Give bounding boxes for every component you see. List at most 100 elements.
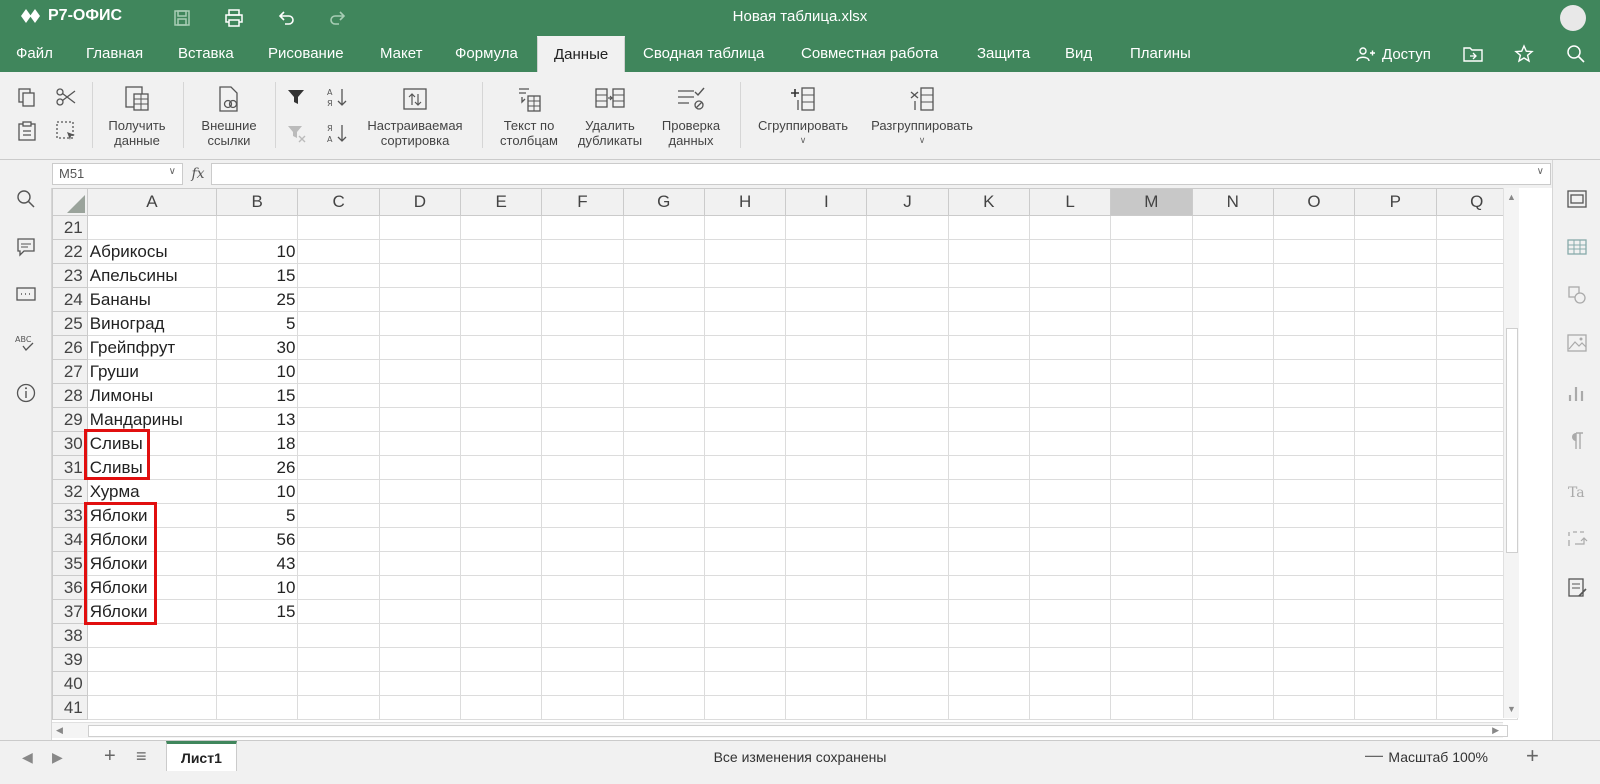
cell[interactable]	[1191, 623, 1274, 648]
custom-sort-button[interactable]: Настраиваемая сортировка	[360, 84, 470, 148]
cell[interactable]	[1191, 311, 1274, 336]
cell[interactable]	[622, 383, 705, 408]
tab-plugins[interactable]: Плагины	[1114, 36, 1207, 72]
cell[interactable]	[785, 575, 868, 600]
cell-quantity[interactable]	[215, 695, 299, 720]
column-header[interactable]: H	[703, 188, 787, 216]
cell[interactable]	[1028, 311, 1112, 336]
cell[interactable]	[460, 455, 543, 480]
cell[interactable]	[703, 431, 787, 456]
cell-fruit-name[interactable]: Сливы	[86, 431, 217, 456]
cell[interactable]	[1110, 263, 1193, 288]
cell[interactable]	[1354, 695, 1437, 720]
cell[interactable]	[297, 287, 380, 312]
cell[interactable]	[622, 407, 705, 432]
copy-icon[interactable]	[16, 86, 38, 108]
cell[interactable]	[1028, 671, 1112, 696]
row-header[interactable]: 21	[52, 215, 88, 240]
cell[interactable]	[541, 527, 624, 552]
cell[interactable]	[297, 431, 380, 456]
cell[interactable]	[460, 623, 543, 648]
cell[interactable]	[541, 335, 624, 360]
cell[interactable]	[947, 575, 1030, 600]
cell[interactable]	[1354, 623, 1437, 648]
open-location-icon[interactable]	[1462, 44, 1484, 64]
cell[interactable]	[1110, 695, 1193, 720]
cell[interactable]	[378, 311, 462, 336]
cell[interactable]	[947, 383, 1030, 408]
cell[interactable]	[541, 215, 624, 240]
cell[interactable]	[460, 551, 543, 576]
cell[interactable]	[460, 479, 543, 504]
cell-quantity[interactable]	[215, 623, 299, 648]
scroll-down-icon[interactable]: ▼	[1507, 704, 1516, 714]
cell[interactable]	[1191, 407, 1274, 432]
cell[interactable]	[1272, 383, 1356, 408]
cell[interactable]	[703, 623, 787, 648]
cell[interactable]	[703, 407, 787, 432]
cell[interactable]	[1191, 551, 1274, 576]
cell[interactable]	[1354, 431, 1437, 456]
comments-icon[interactable]	[15, 236, 37, 258]
row-header[interactable]: 34	[52, 527, 88, 552]
chat-icon[interactable]	[15, 284, 37, 306]
row-header[interactable]: 38	[52, 623, 88, 648]
cell[interactable]	[1028, 575, 1112, 600]
cell[interactable]	[1354, 647, 1437, 672]
cell[interactable]	[703, 263, 787, 288]
cell[interactable]	[785, 239, 868, 264]
cell[interactable]	[947, 311, 1030, 336]
cell[interactable]	[1110, 527, 1193, 552]
select-all-corner[interactable]	[52, 188, 88, 216]
cell[interactable]	[1110, 623, 1193, 648]
cell[interactable]	[378, 407, 462, 432]
cell[interactable]	[1191, 599, 1274, 624]
cell[interactable]	[622, 335, 705, 360]
shape-settings-icon[interactable]	[1566, 284, 1588, 306]
formula-input[interactable]: ∨	[211, 163, 1551, 185]
cell[interactable]	[1354, 671, 1437, 696]
cell[interactable]	[622, 671, 705, 696]
cell[interactable]	[622, 431, 705, 456]
column-header[interactable]: E	[460, 188, 543, 216]
cell[interactable]	[866, 575, 949, 600]
cell[interactable]	[460, 431, 543, 456]
cell[interactable]	[1028, 239, 1112, 264]
cell[interactable]	[541, 383, 624, 408]
cell[interactable]	[866, 695, 949, 720]
cell[interactable]	[541, 359, 624, 384]
cell[interactable]	[297, 695, 380, 720]
cell[interactable]	[297, 623, 380, 648]
cell[interactable]	[1191, 359, 1274, 384]
cell[interactable]	[1272, 455, 1356, 480]
row-header[interactable]: 29	[52, 407, 88, 432]
paste-icon[interactable]	[16, 120, 38, 142]
cell[interactable]	[378, 431, 462, 456]
cell[interactable]	[1272, 623, 1356, 648]
scroll-up-icon[interactable]: ▲	[1507, 192, 1516, 202]
cell[interactable]	[1191, 455, 1274, 480]
cell[interactable]	[866, 431, 949, 456]
cell[interactable]	[378, 455, 462, 480]
cell[interactable]	[866, 311, 949, 336]
cell-fruit-name[interactable]	[86, 623, 217, 648]
cell[interactable]	[378, 623, 462, 648]
cell[interactable]	[622, 359, 705, 384]
cell[interactable]	[460, 671, 543, 696]
cell[interactable]	[947, 455, 1030, 480]
text-to-columns-button[interactable]: Текст по столбцам	[492, 84, 566, 148]
cell[interactable]	[297, 479, 380, 504]
cell[interactable]	[378, 263, 462, 288]
cell[interactable]	[1110, 287, 1193, 312]
cell-quantity[interactable]: 13	[215, 407, 299, 432]
cell[interactable]	[1028, 455, 1112, 480]
next-sheet-icon[interactable]: ▶	[52, 749, 63, 766]
cell[interactable]	[622, 239, 705, 264]
cell[interactable]	[703, 287, 787, 312]
cell-fruit-name[interactable]: Грейпфрут	[86, 335, 217, 360]
cell[interactable]	[1191, 335, 1274, 360]
cell[interactable]	[703, 383, 787, 408]
sheet-table[interactable]: ABCDEFGHIJKLMNOPQ 21 22 Абрикосы 10 23 Апельс…	[52, 188, 1518, 720]
tab-layout[interactable]: Макет	[364, 36, 438, 72]
cell-quantity[interactable]: 10	[215, 479, 299, 504]
